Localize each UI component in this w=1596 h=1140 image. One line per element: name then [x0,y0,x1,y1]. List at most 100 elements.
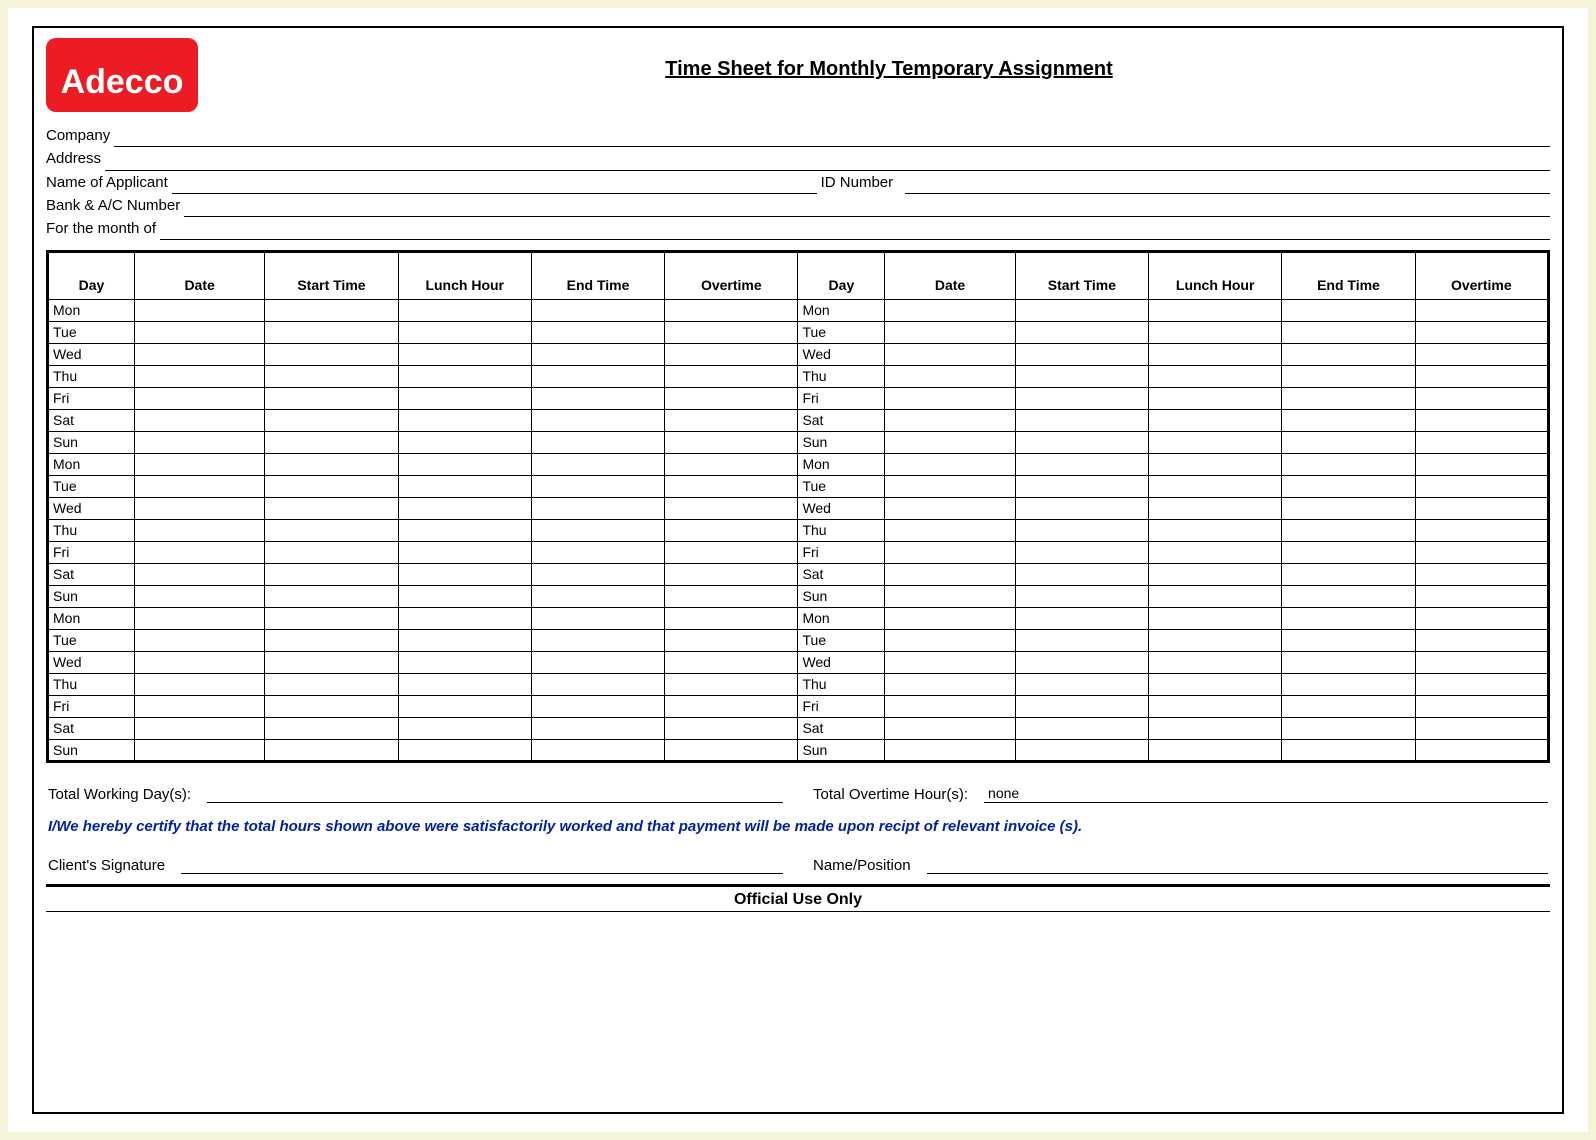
cell[interactable] [665,476,798,498]
cell[interactable] [1015,388,1148,410]
cell[interactable] [531,454,664,476]
cell[interactable] [265,454,398,476]
field-client-signature[interactable] [181,856,783,874]
cell[interactable] [885,388,1015,410]
cell[interactable] [1015,498,1148,520]
cell[interactable] [665,740,798,762]
cell[interactable] [398,696,531,718]
cell[interactable] [531,432,664,454]
cell[interactable] [398,410,531,432]
cell[interactable] [1149,630,1282,652]
cell[interactable] [1282,344,1415,366]
cell[interactable] [1282,432,1415,454]
field-total-overtime[interactable]: none [984,785,1548,803]
field-address[interactable] [105,153,1550,171]
cell[interactable] [1415,322,1548,344]
cell[interactable] [665,630,798,652]
cell[interactable] [134,432,264,454]
cell[interactable] [1282,696,1415,718]
cell[interactable] [134,388,264,410]
field-applicant[interactable] [172,176,817,194]
cell[interactable] [1149,542,1282,564]
cell[interactable] [531,740,664,762]
cell[interactable] [885,740,1015,762]
cell[interactable] [1282,366,1415,388]
cell[interactable] [665,674,798,696]
cell[interactable] [1282,586,1415,608]
cell[interactable] [398,740,531,762]
cell[interactable] [885,322,1015,344]
cell[interactable] [1415,454,1548,476]
cell[interactable] [1015,344,1148,366]
cell[interactable] [531,520,664,542]
cell[interactable] [1015,652,1148,674]
cell[interactable] [665,696,798,718]
cell[interactable] [1282,454,1415,476]
cell[interactable] [398,520,531,542]
cell[interactable] [1015,630,1148,652]
cell[interactable] [134,674,264,696]
cell[interactable] [398,454,531,476]
cell[interactable] [665,388,798,410]
cell[interactable] [1282,608,1415,630]
field-company[interactable] [114,129,1550,147]
cell[interactable] [1282,564,1415,586]
cell[interactable] [398,542,531,564]
cell[interactable] [1415,476,1548,498]
cell[interactable] [1149,608,1282,630]
cell[interactable] [134,344,264,366]
cell[interactable] [665,718,798,740]
cell[interactable] [531,630,664,652]
cell[interactable] [1415,388,1548,410]
cell[interactable] [665,344,798,366]
cell[interactable] [885,630,1015,652]
cell[interactable] [1149,718,1282,740]
cell[interactable] [398,718,531,740]
cell[interactable] [665,542,798,564]
cell[interactable] [1149,674,1282,696]
cell[interactable] [134,542,264,564]
cell[interactable] [531,586,664,608]
cell[interactable] [1149,586,1282,608]
cell[interactable] [1415,410,1548,432]
cell[interactable] [1415,718,1548,740]
cell[interactable] [265,674,398,696]
cell[interactable] [398,674,531,696]
cell[interactable] [265,564,398,586]
cell[interactable] [531,498,664,520]
cell[interactable] [134,652,264,674]
cell[interactable] [531,542,664,564]
cell[interactable] [1282,652,1415,674]
cell[interactable] [531,476,664,498]
cell[interactable] [1415,344,1548,366]
cell[interactable] [885,498,1015,520]
cell[interactable] [134,740,264,762]
cell[interactable] [265,718,398,740]
cell[interactable] [265,432,398,454]
cell[interactable] [134,322,264,344]
cell[interactable] [134,454,264,476]
cell[interactable] [531,300,664,322]
cell[interactable] [1149,366,1282,388]
cell[interactable] [1282,476,1415,498]
cell[interactable] [1015,696,1148,718]
cell[interactable] [1015,674,1148,696]
cell[interactable] [1015,608,1148,630]
cell[interactable] [1415,740,1548,762]
cell[interactable] [134,718,264,740]
cell[interactable] [398,498,531,520]
cell[interactable] [1415,630,1548,652]
cell[interactable] [134,300,264,322]
cell[interactable] [1415,696,1548,718]
cell[interactable] [1149,564,1282,586]
cell[interactable] [265,344,398,366]
cell[interactable] [1415,674,1548,696]
cell[interactable] [398,652,531,674]
cell[interactable] [665,322,798,344]
cell[interactable] [885,564,1015,586]
cell[interactable] [531,674,664,696]
cell[interactable] [265,366,398,388]
cell[interactable] [398,608,531,630]
cell[interactable] [1415,652,1548,674]
cell[interactable] [885,696,1015,718]
